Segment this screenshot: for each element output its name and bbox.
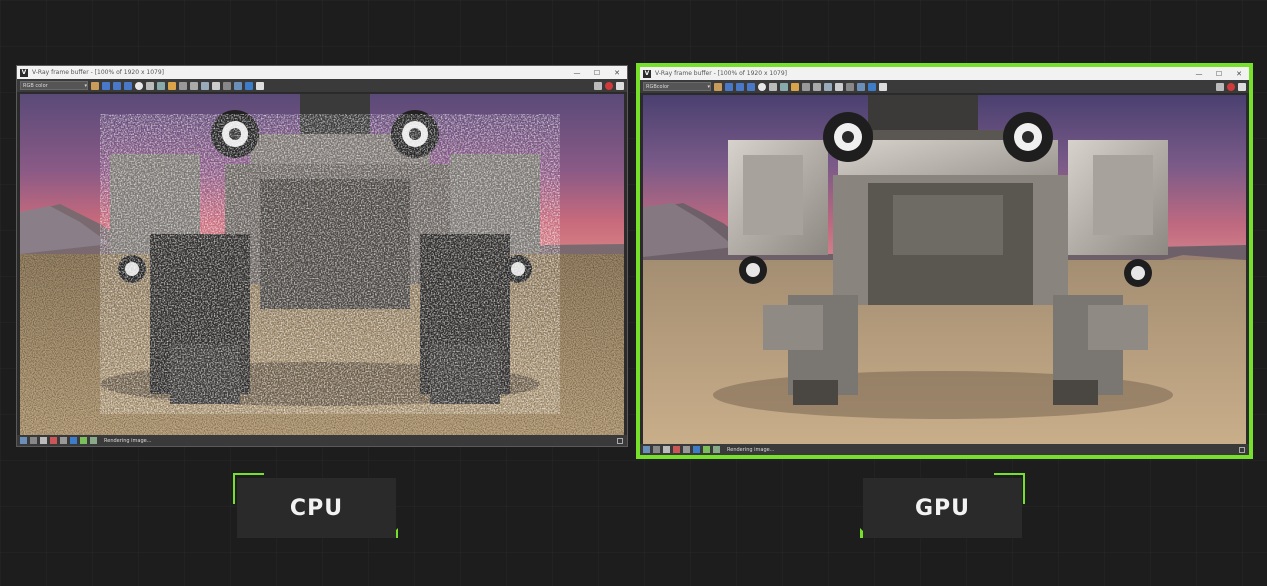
- folder-icon[interactable]: [791, 82, 799, 91]
- levels-icon[interactable]: [713, 446, 720, 453]
- gpu-render-image: [643, 95, 1246, 444]
- settings-icon[interactable]: [879, 82, 887, 91]
- save-icon[interactable]: [157, 81, 165, 90]
- lock-icon[interactable]: [663, 446, 670, 453]
- cpu-title-bar: V V-Ray frame buffer - [100% of 1920 x 1…: [17, 66, 627, 79]
- gpu-window-title: V-Ray frame buffer - [100% of 1920 x 107…: [655, 70, 788, 77]
- history-icon[interactable]: [234, 81, 242, 90]
- red-channel-icon[interactable]: [102, 81, 110, 90]
- channel-select-value: RGBcolor: [646, 84, 670, 90]
- chevron-down-icon: ▾: [707, 84, 710, 90]
- maximize-button[interactable]: ☐: [1209, 70, 1229, 78]
- blue-channel-icon[interactable]: [747, 82, 755, 91]
- lut-icon[interactable]: [683, 446, 690, 453]
- region-render-icon[interactable]: [201, 81, 209, 90]
- gpu-title-bar: V V-Ray frame buffer - [100% of 1920 x 1…: [640, 67, 1249, 80]
- gpu-toolbar: RGBcolor ▾: [640, 80, 1249, 94]
- srgb-icon[interactable]: [70, 437, 77, 444]
- gpu-frame-buffer-window: V V-Ray frame buffer - [100% of 1920 x 1…: [640, 67, 1249, 455]
- gpu-status-text: Rendering image...: [727, 446, 775, 453]
- pan-icon[interactable]: [20, 437, 27, 444]
- folder-icon[interactable]: [168, 81, 176, 90]
- clear-icon[interactable]: [179, 81, 187, 90]
- resize-grip-icon[interactable]: [617, 437, 623, 444]
- follow-mouse-icon[interactable]: [813, 82, 821, 91]
- lut-icon[interactable]: [60, 437, 67, 444]
- correct-color-icon[interactable]: [673, 446, 680, 453]
- stop-render-icon[interactable]: [1227, 82, 1235, 91]
- channel-select[interactable]: RGB color ▾: [20, 81, 88, 90]
- vray-logo-icon: V: [20, 68, 28, 77]
- render-icon[interactable]: [1216, 82, 1224, 91]
- cpu-label: CPU: [237, 478, 396, 538]
- comparison-stage: V V-Ray frame buffer - [100% of 1920 x 1…: [0, 0, 1267, 586]
- green-channel-icon[interactable]: [736, 82, 744, 91]
- channel-select-value: RGB color: [23, 83, 48, 89]
- cpu-window-title: V-Ray frame buffer - [100% of 1920 x 107…: [32, 69, 165, 76]
- cpu-status-text: Rendering image...: [104, 437, 152, 444]
- maximize-button[interactable]: ☐: [587, 69, 607, 77]
- link-icon[interactable]: [223, 81, 231, 90]
- curve-icon[interactable]: [703, 446, 710, 453]
- region-render-icon[interactable]: [824, 82, 832, 91]
- chevron-down-icon: ▾: [84, 83, 87, 89]
- robot-shape-cpu: [100, 94, 560, 414]
- gpu-status-bar: Rendering image...: [640, 444, 1249, 455]
- track-icon[interactable]: [212, 81, 220, 90]
- close-button[interactable]: ✕: [607, 69, 627, 77]
- cpu-toolbar: RGB color ▾: [17, 79, 627, 93]
- blue-channel-icon[interactable]: [124, 81, 132, 90]
- minimize-button[interactable]: —: [567, 69, 587, 77]
- link-icon[interactable]: [846, 82, 854, 91]
- history-icon[interactable]: [857, 82, 865, 91]
- mono-icon[interactable]: [146, 81, 154, 90]
- follow-mouse-icon[interactable]: [190, 81, 198, 90]
- settings-icon[interactable]: [256, 81, 264, 90]
- lens-effects-icon[interactable]: [245, 81, 253, 90]
- alpha-channel-icon[interactable]: [758, 82, 766, 91]
- clear-icon[interactable]: [802, 82, 810, 91]
- cpu-frame-buffer-window: V V-Ray frame buffer - [100% of 1920 x 1…: [16, 65, 628, 447]
- cpu-render-viewport: [20, 94, 624, 435]
- render-icon[interactable]: [594, 81, 602, 90]
- color-correction-icon[interactable]: [714, 82, 722, 91]
- track-icon[interactable]: [835, 82, 843, 91]
- vray-logo-icon: V: [643, 69, 651, 78]
- correct-color-icon[interactable]: [50, 437, 57, 444]
- lock-icon[interactable]: [40, 437, 47, 444]
- stop-render-icon[interactable]: [605, 81, 613, 90]
- gpu-render-viewport: [643, 95, 1246, 444]
- pan-icon[interactable]: [643, 446, 650, 453]
- cpu-status-bar: Rendering image...: [17, 435, 627, 446]
- resize-grip-icon[interactable]: [1239, 446, 1245, 453]
- cpu-render-image: [20, 94, 624, 435]
- green-channel-icon[interactable]: [113, 81, 121, 90]
- levels-icon[interactable]: [90, 437, 97, 444]
- gpu-label: GPU: [863, 478, 1022, 538]
- render-elements-icon[interactable]: [616, 81, 624, 90]
- color-correction-icon[interactable]: [91, 81, 99, 90]
- zoom-icon[interactable]: [30, 437, 37, 444]
- minimize-button[interactable]: —: [1189, 70, 1209, 78]
- curve-icon[interactable]: [80, 437, 87, 444]
- zoom-icon[interactable]: [653, 446, 660, 453]
- alpha-channel-icon[interactable]: [135, 81, 143, 90]
- red-channel-icon[interactable]: [725, 82, 733, 91]
- render-elements-icon[interactable]: [1238, 82, 1246, 91]
- close-button[interactable]: ✕: [1229, 70, 1249, 78]
- save-icon[interactable]: [780, 82, 788, 91]
- gpu-highlight-frame: V V-Ray frame buffer - [100% of 1920 x 1…: [636, 63, 1253, 459]
- channel-select[interactable]: RGBcolor ▾: [643, 82, 711, 91]
- srgb-icon[interactable]: [693, 446, 700, 453]
- mono-icon[interactable]: [769, 82, 777, 91]
- lens-effects-icon[interactable]: [868, 82, 876, 91]
